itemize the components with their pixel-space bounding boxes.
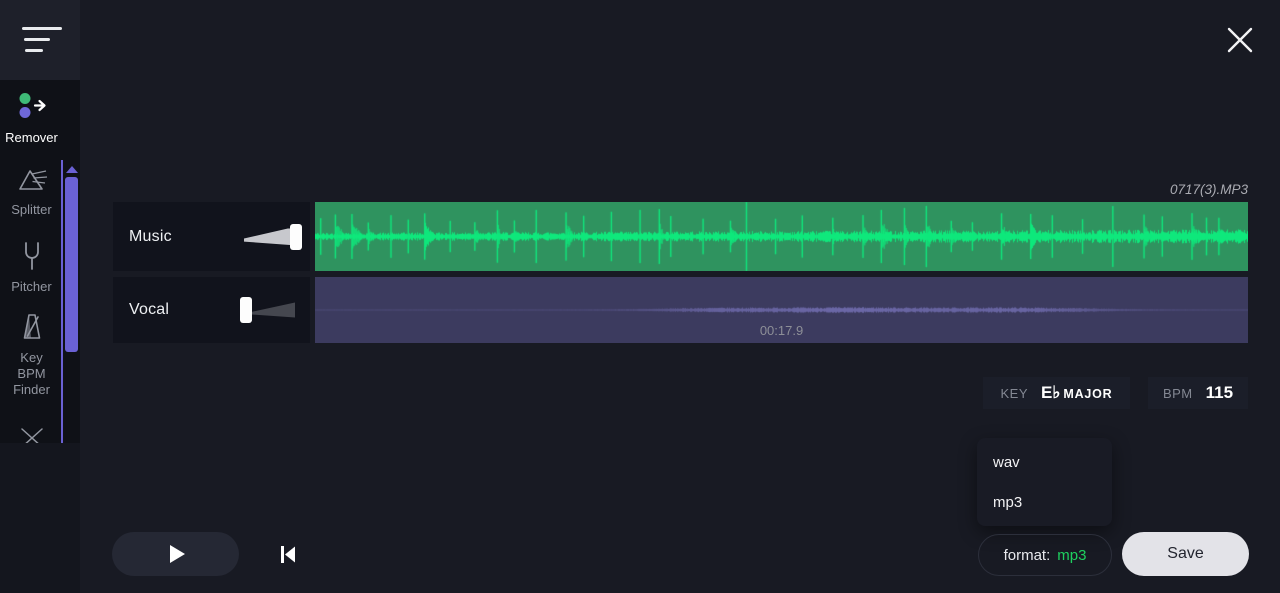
format-dropdown-menu: wav mp3 [977,438,1112,526]
scrollbar-up-arrow[interactable] [66,166,78,173]
close-icon [1227,27,1253,53]
format-option-mp3[interactable]: mp3 [977,482,1112,522]
music-track-row: Music [113,202,1248,271]
tracks-area: Music Vocal 00:17.9 [113,202,1248,349]
sidebar-item-label: Splitter [11,202,52,217]
vocal-track-row: Vocal 00:17.9 [113,277,1248,343]
scrollbar-thumb[interactable] [65,177,78,352]
vocal-track-label-box: Vocal [113,277,310,343]
key-label: KEY [1000,385,1028,401]
bpm-value: 115 [1205,383,1234,402]
main-panel: 0717(3).MP3 Music Vocal 00:17.9 KEY E♭ M… [80,0,1280,593]
vocal-track-name: Vocal [129,301,170,318]
app-window: Remover Splitter Pitcher Key BPM Finder … [0,0,1280,593]
bpm-badge: BPM 115 [1148,377,1248,409]
tuning-fork-icon [21,241,43,276]
hamburger-icon [22,27,62,60]
bpm-label: BPM [1162,385,1193,401]
volume-wedge-icon [252,302,295,318]
sidebar-item-key-bpm-finder[interactable]: Key BPM Finder [0,312,63,398]
volume-wedge-icon [244,228,290,245]
current-time-label: 00:17.9 [759,323,804,338]
skip-to-start-button[interactable] [280,545,296,569]
close-button[interactable] [1227,27,1253,53]
metronome-icon [19,312,45,347]
sidebar-nav: Remover Splitter Pitcher Key BPM Finder [0,80,80,443]
scrollbar-track-line [61,160,63,443]
music-track-label-box: Music [113,202,310,271]
format-option-wav[interactable]: wav [977,442,1112,482]
sidebar-item-pitcher[interactable]: Pitcher [0,241,63,295]
sidebar-item-label: Remover [5,130,58,145]
format-button-value: mp3 [1057,546,1087,564]
music-waveform[interactable] [315,202,1248,271]
save-button[interactable]: Save [1122,532,1249,576]
sidebar-item-remover[interactable]: Remover [0,90,63,146]
vocal-volume-handle[interactable] [240,297,252,323]
format-button-label: format: [1003,546,1051,564]
sidebar-item-partial[interactable] [0,426,63,443]
sidebar-bottom: ? Support [0,443,80,593]
play-icon [170,545,185,563]
skip-to-start-icon [281,546,295,563]
sidebar-item-label: Pitcher [11,279,52,294]
music-waveform-wrap [315,202,1248,271]
vocal-waveform-wrap: 00:17.9 [315,277,1248,343]
key-scale: MAJOR [1063,387,1113,401]
music-volume-handle[interactable] [290,223,302,250]
music-track-name: Music [129,227,172,245]
key-badge: KEY E♭ MAJOR [983,377,1130,409]
prism-icon [16,166,48,199]
sidebar: Remover Splitter Pitcher Key BPM Finder [0,0,80,593]
play-button[interactable] [112,532,239,576]
file-name: 0717(3).MP3 [1169,182,1248,197]
format-button[interactable]: format: mp3 [978,534,1112,576]
music-volume-slider[interactable] [244,222,302,252]
sidebar-item-label: Key BPM Finder [13,350,50,397]
vocal-volume-slider[interactable] [240,295,295,325]
crossed-lines-icon [19,426,45,443]
menu-button[interactable] [0,0,80,80]
key-value: E♭ MAJOR [1041,383,1113,403]
remover-dots-arrow-icon [15,90,49,127]
key-note: E♭ [1041,383,1061,402]
sidebar-item-splitter[interactable]: Splitter [0,166,63,218]
